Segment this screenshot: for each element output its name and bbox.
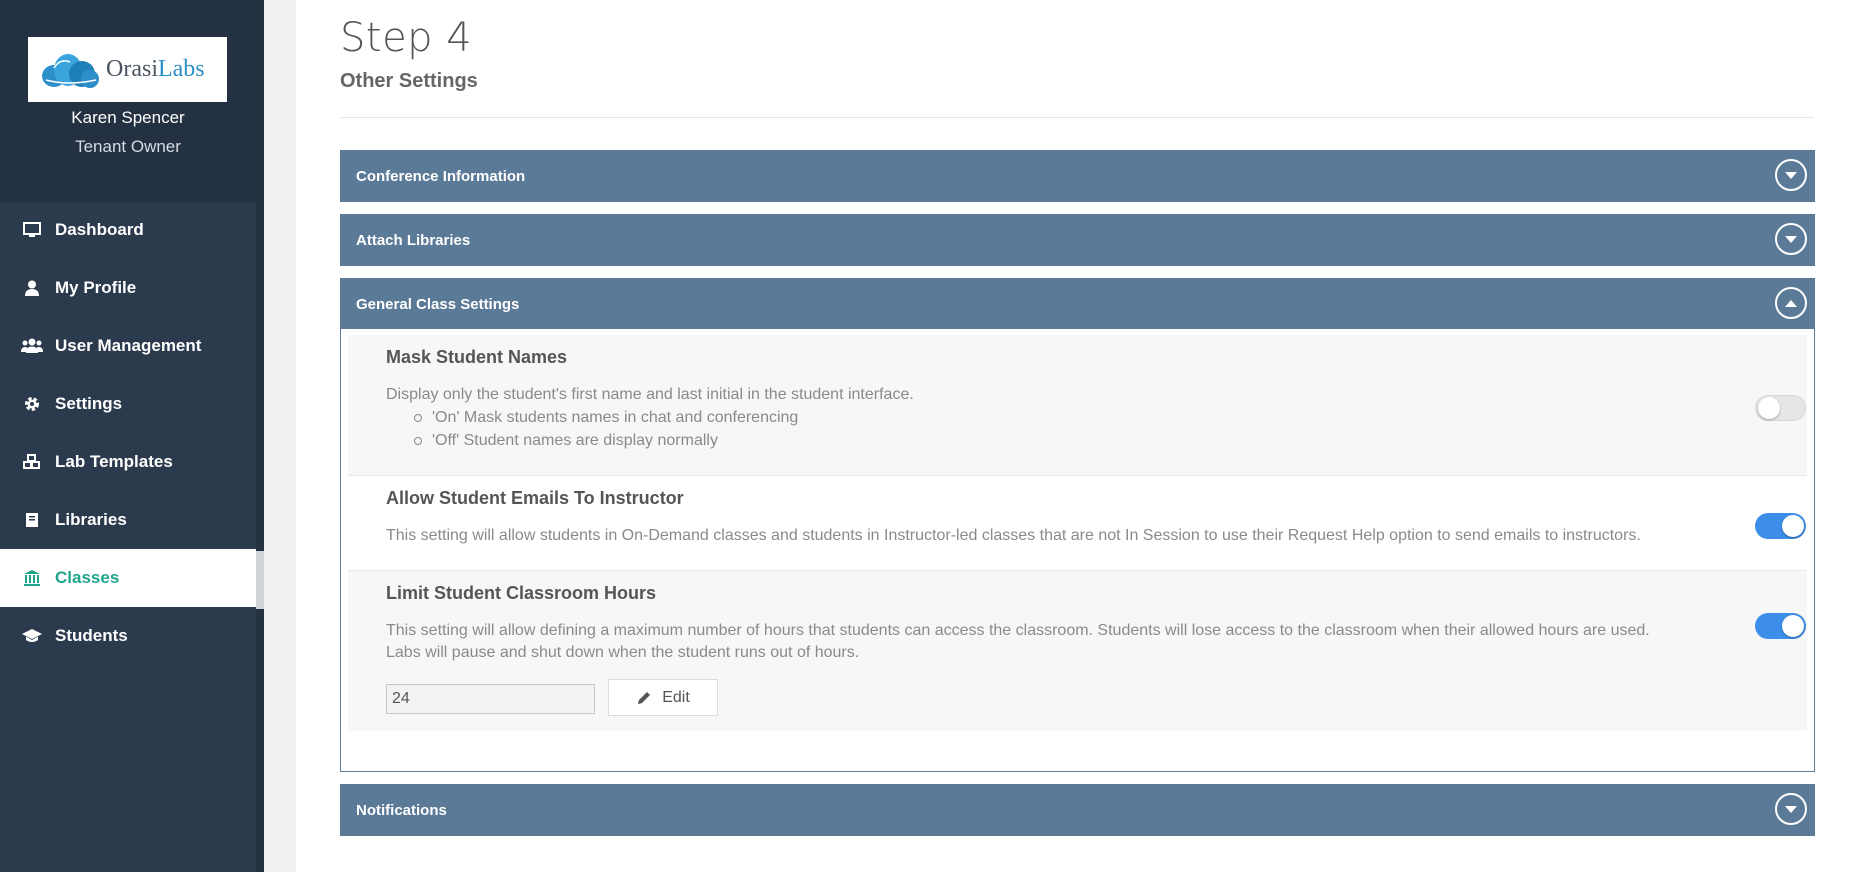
pencil-icon <box>636 690 652 706</box>
sidebar-nav: Dashboard My Profile User Management Set… <box>0 201 256 665</box>
user-role: Tenant Owner <box>75 137 181 156</box>
book-icon <box>21 511 43 529</box>
toggle-knob <box>1758 397 1780 419</box>
sidebar-item-user-management[interactable]: User Management <box>0 317 256 375</box>
setting-limit-classroom-hours: Limit Student Classroom Hours This setti… <box>348 571 1807 731</box>
sidebar-item-label: User Management <box>55 336 202 355</box>
setting-description: Display only the student's first name an… <box>386 386 914 403</box>
gear-icon <box>21 395 43 413</box>
sidebar-item-label: Dashboard <box>55 220 144 239</box>
panel-title: Attach Libraries <box>356 231 471 249</box>
page-subtitle: Other Settings <box>340 70 478 92</box>
sidebar-item-students[interactable]: Students <box>0 607 256 665</box>
setting-description-2: Labs will pause and shut down when the s… <box>386 644 860 661</box>
setting-title: Allow Student Emails To Instructor <box>386 488 684 508</box>
graduation-cap-icon <box>21 627 43 645</box>
panel-title: Conference Information <box>356 167 526 185</box>
general-settings-body: Mask Student Names Display only the stud… <box>340 329 1815 772</box>
chevron-down-icon[interactable] <box>1775 159 1807 191</box>
main-content: Step 4 Other Settings Conference Informa… <box>296 0 1859 872</box>
chevron-down-icon[interactable] <box>1775 793 1807 825</box>
sidebar: OrasiLabs Karen Spencer Tenant Owner Das… <box>0 0 264 872</box>
setting-description: This setting will allow defining a maxim… <box>386 622 1650 639</box>
scrollbar-thumb[interactable] <box>256 551 264 609</box>
mask-names-toggle[interactable] <box>1755 395 1806 421</box>
toggle-knob <box>1782 515 1804 537</box>
sidebar-item-libraries[interactable]: Libraries <box>0 491 256 549</box>
toggle-knob <box>1782 615 1804 637</box>
classroom-hours-toggle[interactable] <box>1755 613 1806 639</box>
panel-header-conference[interactable]: Conference Information <box>340 150 1815 202</box>
chevron-down-icon[interactable] <box>1775 223 1807 255</box>
user-icon <box>21 279 43 297</box>
sidebar-item-label: Libraries <box>55 510 127 529</box>
student-emails-toggle[interactable] <box>1755 513 1806 539</box>
profile-section: OrasiLabs Karen Spencer Tenant Owner <box>0 0 256 203</box>
sidebar-item-lab-templates[interactable]: Lab Templates <box>0 433 256 491</box>
user-name: Karen Spencer <box>71 108 185 127</box>
users-icon <box>21 337 43 355</box>
cloud-icon <box>42 53 99 88</box>
sidebar-item-my-profile[interactable]: My Profile <box>0 259 256 317</box>
sidebar-item-label: Settings <box>55 394 123 413</box>
divider <box>340 117 1814 118</box>
sidebar-item-label: Classes <box>55 568 120 587</box>
logo-text: OrasiLabs <box>106 56 205 82</box>
panel-title: Notifications <box>356 801 447 819</box>
list-item: 'Off' Student names are display normally <box>430 429 798 452</box>
cubes-icon <box>21 453 43 471</box>
monitor-icon <box>21 221 43 239</box>
sidebar-item-classes[interactable]: Classes <box>0 549 256 607</box>
institution-icon <box>21 569 43 587</box>
edit-hours-button[interactable]: Edit <box>608 679 718 716</box>
edit-label: Edit <box>662 688 690 706</box>
setting-title: Limit Student Classroom Hours <box>386 583 657 603</box>
sidebar-item-label: My Profile <box>55 278 137 297</box>
list-item: 'On' Mask students names in chat and con… <box>430 406 798 429</box>
setting-title: Mask Student Names <box>386 347 568 367</box>
panel-header-libraries[interactable]: Attach Libraries <box>340 214 1815 266</box>
page-title: Step 4 <box>340 15 473 61</box>
panel-header-general[interactable]: General Class Settings <box>340 278 1815 330</box>
panel-header-notifications[interactable]: Notifications <box>340 784 1815 836</box>
setting-description: This setting will allow students in On-D… <box>386 527 1641 544</box>
sidebar-item-label: Students <box>55 626 128 645</box>
hours-input[interactable] <box>386 684 595 714</box>
logo: OrasiLabs <box>28 37 227 102</box>
sidebar-scrollbar[interactable] <box>256 0 264 872</box>
setting-mask-student-names: Mask Student Names Display only the stud… <box>348 335 1807 475</box>
panel-title: General Class Settings <box>356 295 520 313</box>
setting-allow-student-emails: Allow Student Emails To Instructor This … <box>348 476 1807 570</box>
chevron-up-icon[interactable] <box>1775 287 1807 319</box>
sidebar-item-label: Lab Templates <box>55 452 173 471</box>
sidebar-item-dashboard[interactable]: Dashboard <box>0 201 256 259</box>
sidebar-item-settings[interactable]: Settings <box>0 375 256 433</box>
setting-bullets: 'On' Mask students names in chat and con… <box>430 406 798 452</box>
